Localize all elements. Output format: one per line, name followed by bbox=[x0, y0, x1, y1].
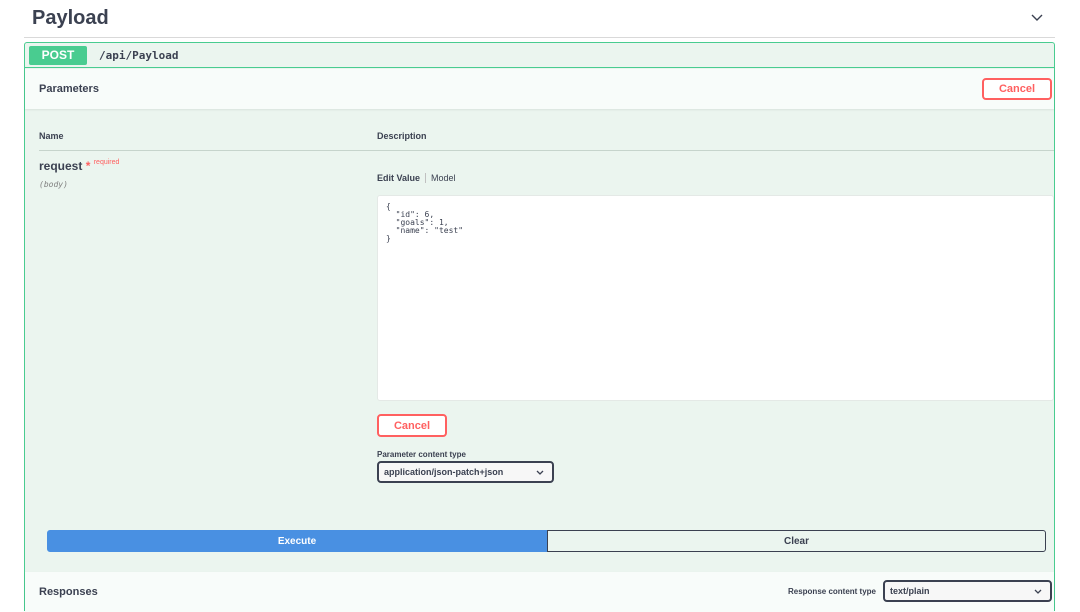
chevron-down-icon bbox=[536, 470, 544, 475]
method-badge: POST bbox=[29, 45, 87, 65]
column-description-header: Description bbox=[377, 131, 427, 141]
header-divider bbox=[39, 150, 1054, 151]
body-cancel-button[interactable]: Cancel bbox=[377, 414, 447, 437]
parameter-name-text: request bbox=[39, 159, 83, 173]
request-body-textarea[interactable]: { "id": 6, "goals": 1, "name": "test" } bbox=[377, 195, 1054, 401]
required-star: * bbox=[85, 159, 91, 173]
tab-model[interactable]: Model bbox=[431, 173, 456, 183]
chevron-down-icon[interactable] bbox=[1029, 9, 1045, 25]
tag-title: Payload bbox=[32, 7, 109, 29]
column-name-header: Name bbox=[39, 131, 64, 141]
clear-button[interactable]: Clear bbox=[547, 530, 1046, 552]
parameters-title: Parameters bbox=[39, 83, 99, 95]
tag-header[interactable]: Payload bbox=[24, 0, 1055, 38]
parameter-location: (body) bbox=[39, 180, 68, 189]
response-content-type-select[interactable]: text/plain bbox=[883, 580, 1052, 602]
parameter-content-type-select[interactable]: application/json-patch+json bbox=[377, 461, 554, 483]
operation-block: POST /api/Payload Parameters Cancel Name… bbox=[24, 42, 1055, 612]
parameter-name: request * required bbox=[39, 159, 119, 173]
tab-separator bbox=[425, 173, 427, 183]
parameter-content-type-label: Parameter content type bbox=[377, 450, 466, 459]
operation-path: /api/Payload bbox=[99, 48, 179, 62]
responses-title: Responses bbox=[39, 586, 98, 598]
required-label: required bbox=[93, 159, 120, 166]
execute-button[interactable]: Execute bbox=[47, 530, 547, 552]
responses-header: Responses Response content type text/pla… bbox=[25, 572, 1054, 612]
parameter-content-type-value: application/json-patch+json bbox=[384, 467, 504, 477]
action-buttons: Execute Clear bbox=[47, 530, 1046, 552]
response-content-type-label: Response content type bbox=[787, 586, 876, 596]
response-content-type: Response content type text/plain bbox=[788, 580, 1052, 602]
response-content-type-value: text/plain bbox=[890, 586, 930, 596]
value-tabs: Edit Value Model bbox=[377, 173, 456, 183]
try-out-cancel-button[interactable]: Cancel bbox=[982, 78, 1052, 100]
chevron-down-icon bbox=[1034, 589, 1042, 594]
tab-edit-value[interactable]: Edit Value bbox=[377, 173, 420, 183]
operation-summary[interactable]: POST /api/Payload bbox=[25, 43, 1054, 68]
parameters-header: Parameters Cancel bbox=[25, 69, 1054, 109]
